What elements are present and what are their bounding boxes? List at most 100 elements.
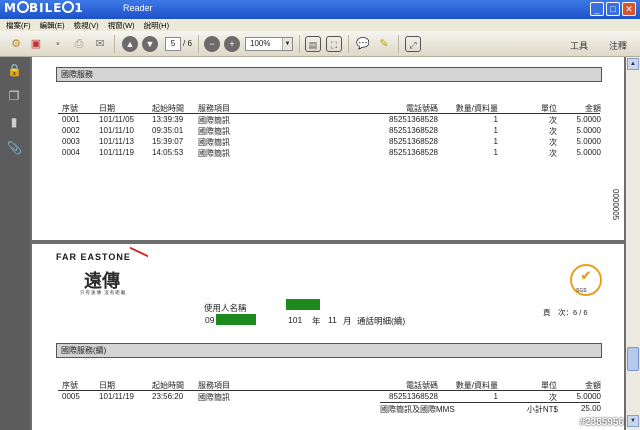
save-icon[interactable]: ▪ [50, 36, 66, 52]
navigation-pane: 🔒 ❐ ▮ 📎 [0, 57, 30, 430]
user-name-label: 使用人名稱 [204, 303, 247, 313]
cell: 15:39:07 [152, 137, 184, 146]
attachment-icon[interactable]: 📎 [7, 141, 22, 155]
subtotal-value: 25.00 [580, 404, 601, 413]
tools-button[interactable]: 工具 [570, 39, 588, 52]
comment-button[interactable]: 注釋 [609, 39, 627, 52]
cell: 85251368528 [389, 148, 438, 157]
cell: 1 [493, 392, 498, 401]
cell: 85251368528 [389, 392, 438, 401]
cell: 次 [549, 127, 557, 136]
cell: 國際簡訊 [198, 393, 230, 402]
highlight-icon[interactable]: ✎ [376, 36, 392, 52]
cell: 5.0000 [576, 126, 601, 135]
redacted-phone [216, 314, 256, 325]
watermark: #2385956 [579, 417, 625, 428]
cell: 101/11/19 [99, 392, 134, 401]
zoom-out-icon[interactable]: − [204, 36, 220, 52]
cell: 1 [493, 148, 498, 157]
zoom-in-icon[interactable]: + [224, 36, 240, 52]
brand-name: FAR EASTONE [56, 252, 131, 262]
fit-page-icon[interactable]: ▤ [305, 36, 321, 52]
section-title: 國際服務 [56, 67, 602, 82]
pages-icon[interactable]: ❐ [7, 89, 21, 103]
cell: 1 [493, 115, 498, 124]
cell: 0002 [62, 126, 80, 135]
header-divider [58, 390, 600, 391]
reader-window: M BILE 1 Reader _ □ ✕ 檔案(F) 編輯(E) 檢視(V) 視窗… [0, 0, 640, 430]
cell: 國際簡訊 [198, 138, 230, 147]
toolbar-divider [348, 35, 349, 53]
scroll-up-icon[interactable]: ▲ [627, 58, 639, 70]
cell: 09:35:01 [152, 126, 184, 135]
cell: 14:05:53 [152, 148, 184, 157]
cell: 101/11/05 [99, 115, 134, 124]
brand-tagline: 只有遠傳 沒有距離 [80, 290, 127, 295]
page-number-input[interactable]: 5 [165, 37, 181, 51]
maximize-button[interactable]: □ [606, 2, 620, 16]
subtotal-label: 小計NT$ [526, 405, 558, 414]
menu-window[interactable]: 視窗(W) [108, 20, 135, 31]
window-title: Reader [123, 3, 153, 13]
print-icon[interactable]: ⎙ [71, 36, 87, 52]
previous-page-icon[interactable]: ▲ [122, 36, 138, 52]
cell: 5.0000 [576, 115, 601, 124]
open-icon[interactable]: ⚙ [8, 36, 24, 52]
app-logo: M BILE 1 [4, 1, 84, 15]
scroll-down-icon[interactable]: ▼ [627, 415, 639, 427]
menu-view[interactable]: 檢視(V) [74, 20, 99, 31]
vertical-scrollbar[interactable]: ▲ ▼ [626, 57, 640, 430]
toolbar-divider [198, 35, 199, 53]
cell: 5.0000 [576, 148, 601, 157]
email-icon[interactable]: ✉ [92, 36, 108, 52]
close-button[interactable]: ✕ [622, 2, 636, 16]
sgs-label: SGS [576, 288, 587, 294]
table-row: 0003 101/11/13 15:39:07 國際簡訊 85251368528… [32, 137, 624, 147]
cell: 23:56:20 [152, 392, 184, 401]
month-value: 11 [328, 315, 337, 325]
cell: 1 [493, 137, 498, 146]
next-page-icon[interactable]: ▼ [142, 36, 158, 52]
year-label: 年 [312, 316, 321, 326]
cell: 國際簡訊 [198, 116, 230, 125]
sgs-certification-icon: ✔ SGS [570, 264, 602, 296]
zoom-value: 100% [250, 39, 271, 48]
cell: 101/11/13 [99, 137, 134, 146]
cell: 101/11/19 [99, 148, 134, 157]
bookmark-icon[interactable]: ▮ [7, 115, 21, 129]
pdf-page-6: FAR EASTONE 遠傳 只有遠傳 沒有距離 ✔ SGS 使用人名稱 09 … [32, 244, 624, 430]
cell: 85251368528 [389, 126, 438, 135]
redacted-name [286, 299, 320, 310]
expand-icon[interactable]: ⤢ [405, 36, 421, 52]
menu-edit[interactable]: 編輯(E) [40, 20, 65, 31]
cell: 國際簡訊 [198, 149, 230, 158]
chevron-down-icon[interactable]: ▼ [282, 38, 292, 50]
fit-width-icon[interactable]: ⛶ [326, 36, 342, 52]
section-title: 國際服務(續) [56, 343, 602, 358]
menu-help[interactable]: 說明(H) [144, 20, 169, 31]
menu-file[interactable]: 檔案(F) [6, 20, 31, 31]
toolbar-divider [398, 35, 399, 53]
page-total: / 6 [183, 39, 192, 48]
minimize-button[interactable]: _ [590, 2, 604, 16]
subtotal-row: 國際簡訊及國際MMS 小計NT$ 25.00 [32, 404, 624, 414]
table-row: 0004 101/11/19 14:05:53 國際簡訊 85251368528… [32, 148, 624, 158]
cell: 101/11/10 [99, 126, 134, 135]
cell: 5.0000 [576, 392, 601, 401]
document-viewer[interactable]: 國際服務 序號 日期 起始時間 服務項目 電話號碼 數量/資料量 單位 金額 0… [30, 57, 626, 430]
lock-icon[interactable]: 🔒 [7, 63, 22, 77]
brand-arrow-icon [130, 246, 148, 265]
create-pdf-icon[interactable]: ▣ [28, 36, 44, 52]
cell: 0004 [62, 148, 80, 157]
phone-prefix: 09 [205, 315, 215, 325]
cell: 0005 [62, 392, 80, 401]
cell: 0001 [62, 115, 80, 124]
scroll-thumb[interactable] [627, 347, 639, 371]
cell: 85251368528 [389, 137, 438, 146]
page-indicator: 頁 次：6 / 6 [543, 308, 588, 317]
comment-icon[interactable]: 💬 [355, 36, 371, 52]
page-code: 0000005 [611, 189, 620, 221]
zoom-select[interactable]: 100% ▼ [245, 37, 293, 51]
header-divider [58, 113, 600, 114]
cell: 次 [549, 138, 557, 147]
